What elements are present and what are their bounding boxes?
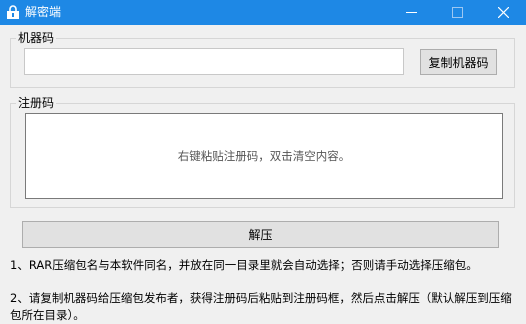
title-bar: 解密端: [0, 0, 526, 25]
unzip-button[interactable]: 解压: [22, 221, 499, 248]
minimize-icon: [405, 12, 417, 13]
registration-hint: 右键粘贴注册码，双击清空内容。: [177, 149, 351, 163]
maximize-icon: [451, 7, 463, 18]
close-icon: [497, 7, 509, 18]
close-button[interactable]: [480, 0, 526, 25]
minimize-button[interactable]: [388, 0, 434, 25]
instruction-note-2: 2、请复制机器码给压缩包发布者，获得注册码后粘贴到注册码框，然后点击解压（默认解…: [10, 291, 512, 322]
copy-machine-code-button[interactable]: 复制机器码: [420, 49, 497, 75]
lock-app-icon: [7, 5, 19, 19]
machine-code-label: 机器码: [16, 31, 57, 45]
registration-code-textarea[interactable]: 右键粘贴注册码，双击清空内容。: [25, 113, 503, 199]
maximize-button[interactable]: [434, 0, 480, 25]
instruction-note-1: 1、RAR压缩包名与本软件同名，并放在同一目录里就会自动选择；否则请手动选择压缩…: [10, 258, 478, 272]
registration-code-label: 注册码: [16, 96, 57, 110]
window-title: 解密端: [25, 5, 62, 19]
machine-code-field[interactable]: [24, 48, 404, 75]
